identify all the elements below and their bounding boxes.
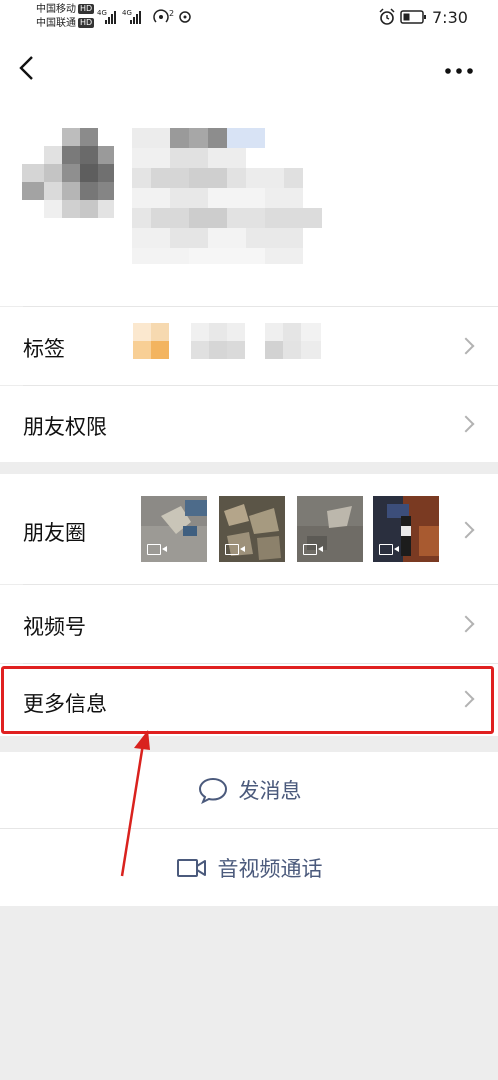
battery-icon xyxy=(400,9,428,29)
channels-row[interactable]: 视频号 xyxy=(0,585,498,663)
status-bar: 中国移动 HD 中国联通 HD 4G 4G 2 7:30 xyxy=(0,0,498,36)
clock: 7:30 xyxy=(432,8,468,27)
signal-icon: 4G 4G xyxy=(97,6,147,30)
tags-label: 标签 xyxy=(23,337,65,361)
moments-row[interactable]: 朋友圈 xyxy=(0,474,498,584)
video-icon xyxy=(379,544,399,555)
back-button[interactable] xyxy=(16,54,40,82)
video-call-label: 音视频通话 xyxy=(217,856,323,881)
profile-header xyxy=(0,36,498,306)
video-icon xyxy=(303,544,323,555)
friend-permissions-row[interactable]: 朋友权限 xyxy=(0,386,498,462)
hotspot-icon: 2 xyxy=(152,6,196,30)
tags-blurred xyxy=(133,323,325,367)
moments-label: 朋友圈 xyxy=(23,521,86,545)
moments-thumbnail xyxy=(373,496,439,562)
more-options-button[interactable] xyxy=(444,62,474,74)
svg-text:2: 2 xyxy=(169,9,174,18)
svg-text:4G: 4G xyxy=(97,9,107,17)
video-camera-icon xyxy=(176,858,206,877)
alarm-icon xyxy=(378,8,396,30)
chevron-right-icon xyxy=(457,615,475,633)
svg-text:4G: 4G xyxy=(122,9,132,17)
chat-bubble-icon xyxy=(198,777,227,804)
send-message-button[interactable]: 发消息 xyxy=(0,752,498,828)
moments-thumbnail xyxy=(219,496,285,562)
profile-info-blurred xyxy=(132,128,324,264)
chevron-right-icon xyxy=(457,337,475,355)
moments-thumbnail xyxy=(141,496,207,562)
send-message-label: 发消息 xyxy=(238,779,302,803)
annotation-arrow xyxy=(120,730,150,877)
moments-thumbnail xyxy=(297,496,363,562)
friend-permissions-label: 朋友权限 xyxy=(23,415,107,439)
video-icon xyxy=(225,544,245,555)
tags-row[interactable]: 标签 xyxy=(0,307,498,385)
video-call-button[interactable]: 音视频通话 xyxy=(0,829,498,906)
highlight-box xyxy=(1,666,494,734)
video-icon xyxy=(147,544,167,555)
chevron-right-icon xyxy=(457,521,475,539)
avatar[interactable] xyxy=(22,128,114,228)
channels-label: 视频号 xyxy=(23,615,86,639)
carrier-1: 中国移动 HD xyxy=(36,4,95,15)
chevron-right-icon xyxy=(457,415,475,433)
carrier-2: 中国联通 HD xyxy=(36,18,95,29)
